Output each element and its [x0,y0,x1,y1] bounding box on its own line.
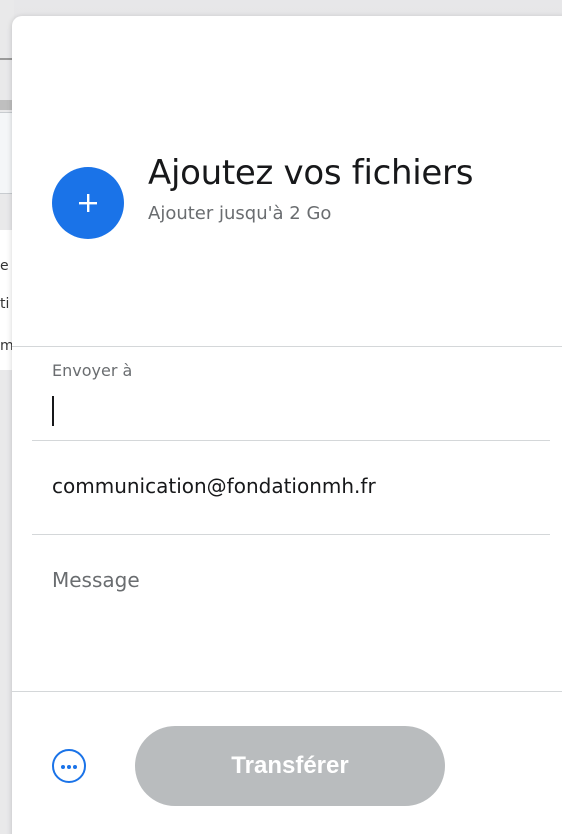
field-separator [32,440,550,441]
add-files-title: Ajoutez vos fichiers [148,153,474,193]
sender-email-field[interactable]: communication@fondationmh.fr [52,474,552,498]
add-files-text: Ajoutez vos fichiers Ajouter jusqu'à 2 G… [148,151,473,224]
divider [12,346,562,347]
divider [12,691,562,692]
more-options-button[interactable] [52,749,86,783]
field-separator [32,534,550,535]
background-text: ti [0,296,10,312]
transfer-button[interactable]: Transférer [135,726,445,806]
add-files-limit: Ajouter jusqu'à 2 Go [148,203,332,224]
more-options-icon [60,757,78,775]
send-to-field[interactable]: Envoyer à [52,361,552,431]
add-files-button[interactable] [52,167,124,239]
plus-icon [77,192,99,214]
background-text: e [0,258,9,274]
add-files-area[interactable]: Ajoutez vos fichiers Ajouter jusqu'à 2 G… [52,151,473,239]
send-to-label: Envoyer à [52,361,133,380]
message-field[interactable]: Message [52,568,552,592]
transfer-panel: Ajoutez vos fichiers Ajouter jusqu'à 2 G… [12,16,562,834]
text-cursor [52,396,54,426]
